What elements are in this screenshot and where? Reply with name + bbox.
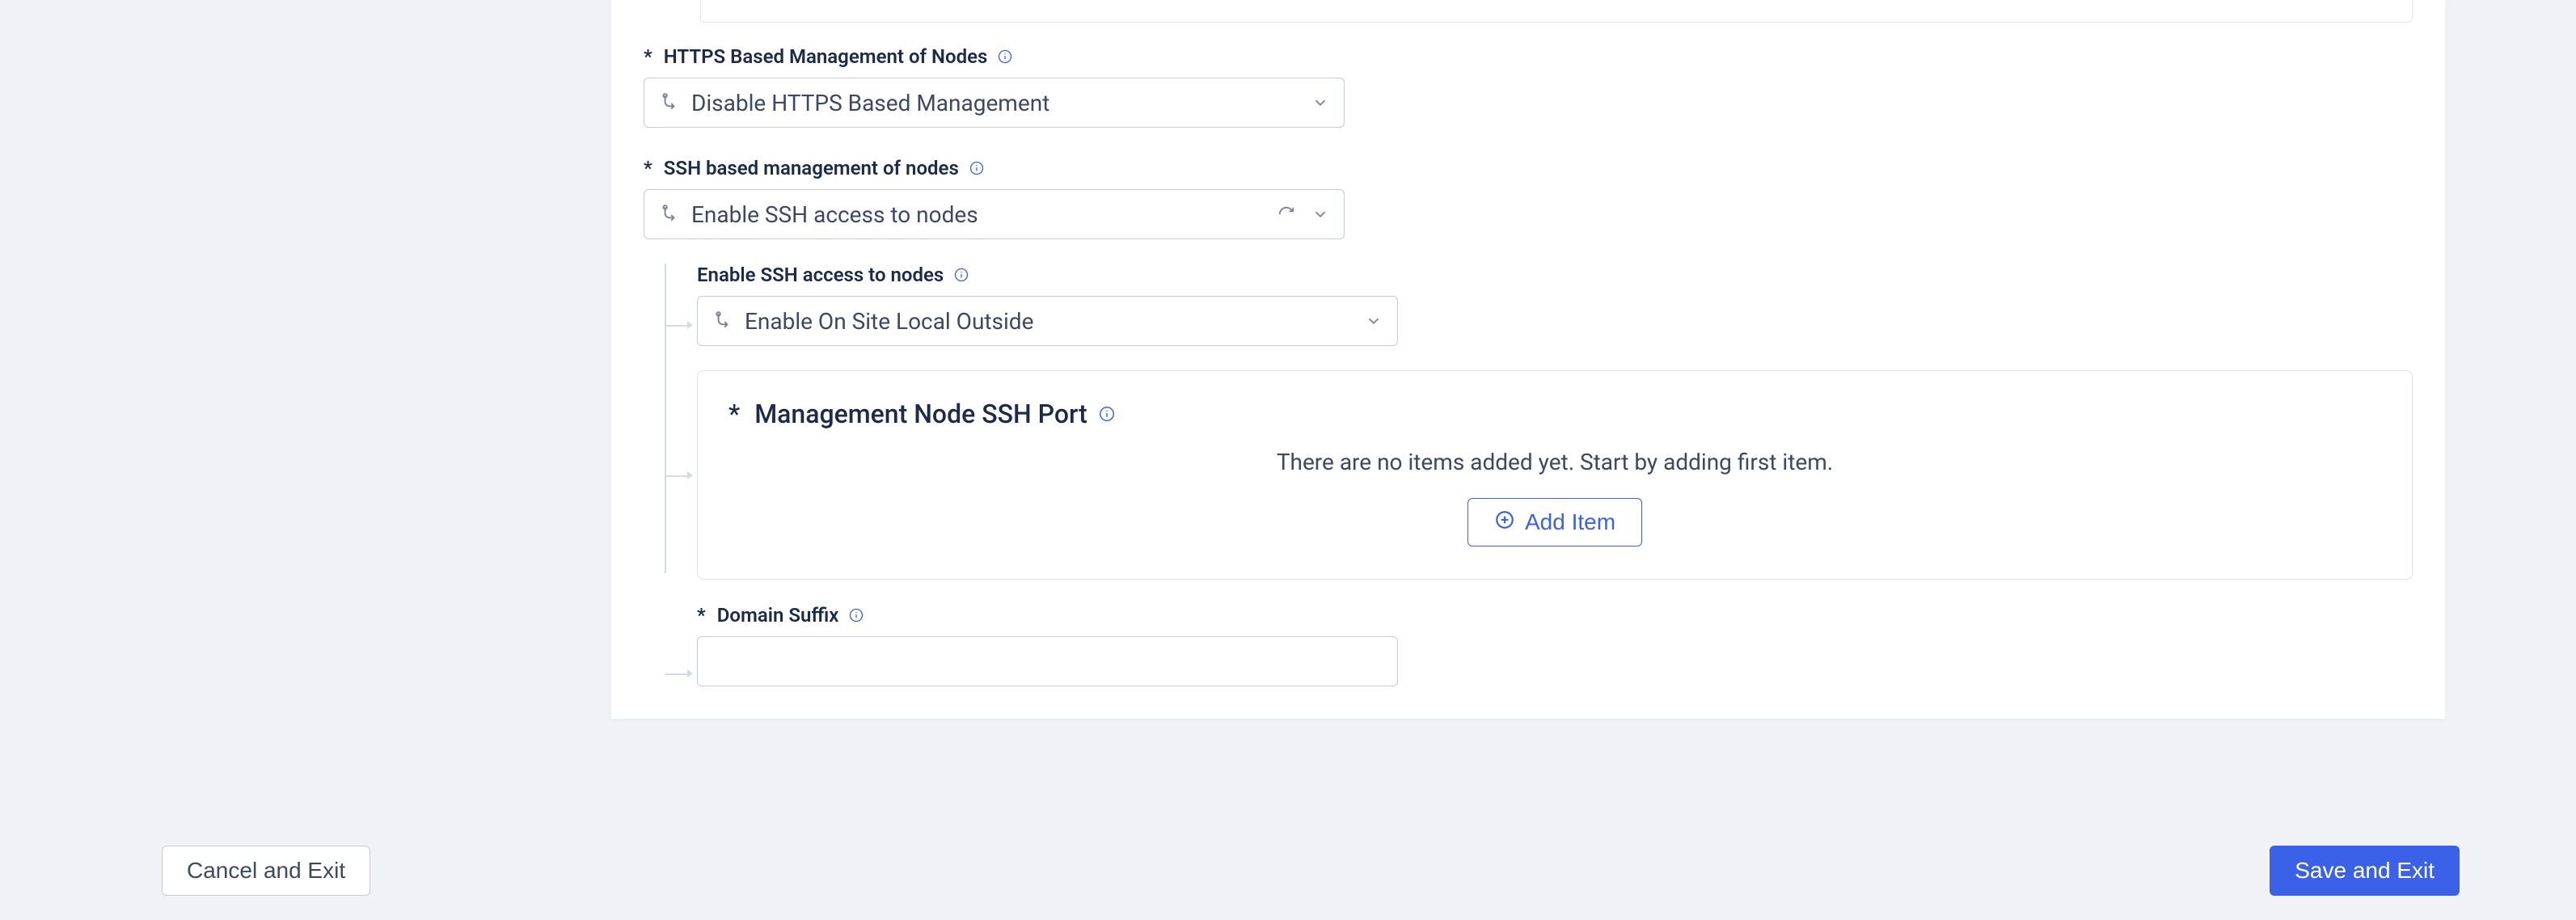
- field-ssh-mgmt: * SSH based management of nodes Enable S…: [644, 157, 2413, 686]
- previous-field-bottom: [700, 0, 2413, 23]
- cancel-label: Cancel and Exit: [187, 858, 345, 884]
- branch-icon: [712, 310, 733, 331]
- chevron-down-icon: [1311, 94, 1329, 112]
- info-icon[interactable]: [952, 265, 971, 285]
- info-icon[interactable]: [1097, 404, 1117, 424]
- branch-icon: [659, 204, 680, 225]
- info-icon[interactable]: [967, 158, 986, 178]
- field-label-domain-suffix: * Domain Suffix: [697, 604, 2413, 627]
- label-text: HTTPS Based Management of Nodes: [664, 45, 988, 68]
- field-label-ssh-mgmt: * SSH based management of nodes: [644, 157, 2413, 179]
- panel-title: * Management Node SSH Port: [728, 399, 2381, 429]
- domain-suffix-input[interactable]: [697, 636, 1398, 686]
- branch-icon: [659, 92, 680, 113]
- tree-arrow-icon: [687, 321, 693, 329]
- tree-arrow-icon: [687, 471, 693, 479]
- label-text: SSH based management of nodes: [664, 157, 959, 179]
- tree-arrow-icon: [687, 669, 693, 677]
- select-enable-ssh-access[interactable]: Enable On Site Local Outside: [697, 296, 1398, 346]
- label-text: Domain Suffix: [717, 604, 839, 627]
- panel-ssh-port: * Management Node SSH Port There are no …: [697, 370, 2413, 580]
- field-enable-ssh-access: Enable SSH access to nodes Enable On Sit…: [697, 264, 2413, 346]
- chevron-down-icon: [1365, 312, 1383, 330]
- empty-state-text: There are no items added yet. Start by a…: [728, 449, 2381, 475]
- info-icon[interactable]: [847, 606, 866, 625]
- info-icon[interactable]: [995, 47, 1015, 66]
- field-label-https-mgmt: * HTTPS Based Management of Nodes: [644, 45, 2413, 68]
- title-text: Management Node SSH Port: [754, 399, 1087, 429]
- cancel-button[interactable]: Cancel and Exit: [162, 846, 370, 896]
- ssh-children-tree: Enable SSH access to nodes Enable On Sit…: [665, 264, 2413, 686]
- chevron-down-icon: [1311, 205, 1329, 223]
- add-item-label: Add Item: [1525, 509, 1615, 535]
- footer-actions: Cancel and Exit Save and Exit: [0, 846, 2576, 896]
- save-label: Save and Exit: [2295, 858, 2435, 884]
- add-item-button[interactable]: Add Item: [1467, 498, 1642, 547]
- form-card: * HTTPS Based Management of Nodes Disabl…: [611, 0, 2445, 719]
- select-value: Enable On Site Local Outside: [745, 308, 1353, 335]
- select-value: Disable HTTPS Based Management: [691, 90, 1300, 116]
- label-text: Enable SSH access to nodes: [697, 264, 944, 286]
- ssh-port-panel: * Management Node SSH Port There are no …: [697, 370, 2413, 580]
- field-https-mgmt: * HTTPS Based Management of Nodes Disabl…: [644, 45, 2413, 128]
- refresh-icon[interactable]: [1277, 205, 1295, 223]
- field-label-enable-ssh-access: Enable SSH access to nodes: [697, 264, 2413, 286]
- save-button[interactable]: Save and Exit: [2270, 846, 2460, 896]
- select-https-mgmt[interactable]: Disable HTTPS Based Management: [644, 78, 1345, 128]
- select-ssh-mgmt[interactable]: Enable SSH access to nodes: [644, 189, 1345, 239]
- select-value: Enable SSH access to nodes: [691, 201, 1266, 228]
- plus-circle-icon: [1494, 509, 1515, 536]
- field-domain-suffix: * Domain Suffix: [697, 604, 2413, 686]
